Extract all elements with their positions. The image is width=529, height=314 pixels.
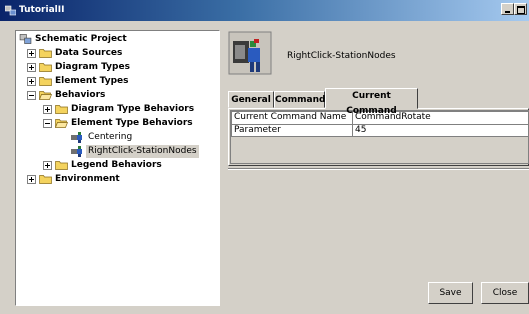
tree-item-data-sources[interactable]: Data Sources (19, 47, 209, 60)
expand-icon[interactable] (27, 63, 36, 72)
table-row[interactable]: Parameter 45 (231, 123, 529, 137)
tree-item-legend-behaviors[interactable]: Legend Behaviors (19, 159, 209, 172)
tab-current-command[interactable]: Current Command (325, 88, 418, 116)
tree-item-environment[interactable]: Environment (19, 173, 209, 186)
divider (228, 168, 529, 170)
tree-item-label: Diagram Types (55, 62, 130, 72)
folder-icon (55, 161, 68, 170)
tree-item-label: Environment (55, 174, 120, 184)
expand-icon[interactable] (43, 105, 52, 114)
tree-root[interactable]: Schematic Project (19, 33, 209, 46)
tree-item-label: Behaviors (55, 90, 106, 100)
folder-icon (39, 63, 52, 72)
tree-item-element-type-behaviors[interactable]: Element Type Behaviors (19, 117, 219, 130)
title-bar[interactable]: TutorialII (0, 0, 529, 21)
tree-root-label: Schematic Project (35, 34, 127, 44)
expand-icon[interactable] (43, 161, 52, 170)
tree-item-label: Diagram Type Behaviors (71, 104, 195, 114)
close-button[interactable]: Close (481, 282, 529, 304)
behavior-large-icon (228, 31, 272, 75)
project-icon (19, 34, 32, 44)
folder-icon (39, 77, 52, 86)
detail-title: RightClick-StationNodes (287, 51, 396, 61)
tree-item-label: RightClick-StationNodes (86, 145, 199, 158)
minimize-button[interactable] (501, 3, 514, 15)
open-folder-icon (39, 91, 52, 100)
property-name: Current Command Name (231, 111, 353, 125)
tree-item-label: Centering (88, 132, 133, 142)
save-button[interactable]: Save (428, 282, 473, 304)
property-name: Parameter (231, 123, 353, 137)
expand-icon[interactable] (27, 49, 36, 58)
tree-item-label: Data Sources (55, 48, 123, 58)
folder-icon (55, 105, 68, 114)
behavior-icon (71, 132, 82, 143)
collapse-icon[interactable] (43, 119, 52, 128)
tree-item-diagram-types[interactable]: Diagram Types (19, 61, 209, 74)
project-tree[interactable]: Schematic Project Data Sources Diagram T… (15, 30, 220, 306)
tree-item-label: Element Types (55, 76, 129, 86)
folder-icon (39, 49, 52, 58)
tree-item-diagram-type-behaviors[interactable]: Diagram Type Behaviors (19, 103, 219, 116)
open-folder-icon (55, 119, 68, 128)
folder-icon (39, 175, 52, 184)
tab-general[interactable]: General (228, 91, 274, 108)
expand-icon[interactable] (27, 175, 36, 184)
tree-item-element-types[interactable]: Element Types (19, 75, 209, 88)
tree-item-centering[interactable]: Centering (19, 131, 209, 144)
collapse-icon[interactable] (27, 91, 36, 100)
expand-icon[interactable] (27, 77, 36, 86)
behavior-icon (71, 146, 82, 157)
app-icon (5, 5, 16, 16)
maximize-button[interactable] (514, 3, 527, 15)
tree-item-label: Element Type Behaviors (71, 118, 193, 128)
tab-command[interactable]: Command (274, 91, 325, 108)
property-value[interactable]: 45 (352, 123, 529, 137)
tree-item-behaviors[interactable]: Behaviors (19, 89, 209, 102)
app-window: TutorialII Schematic Project Data Source… (0, 0, 529, 314)
window-title: TutorialII (19, 5, 65, 15)
tree-item-rightclick-stationnodes[interactable]: RightClick-StationNodes (19, 145, 209, 158)
tree-item-label: Legend Behaviors (71, 160, 162, 170)
